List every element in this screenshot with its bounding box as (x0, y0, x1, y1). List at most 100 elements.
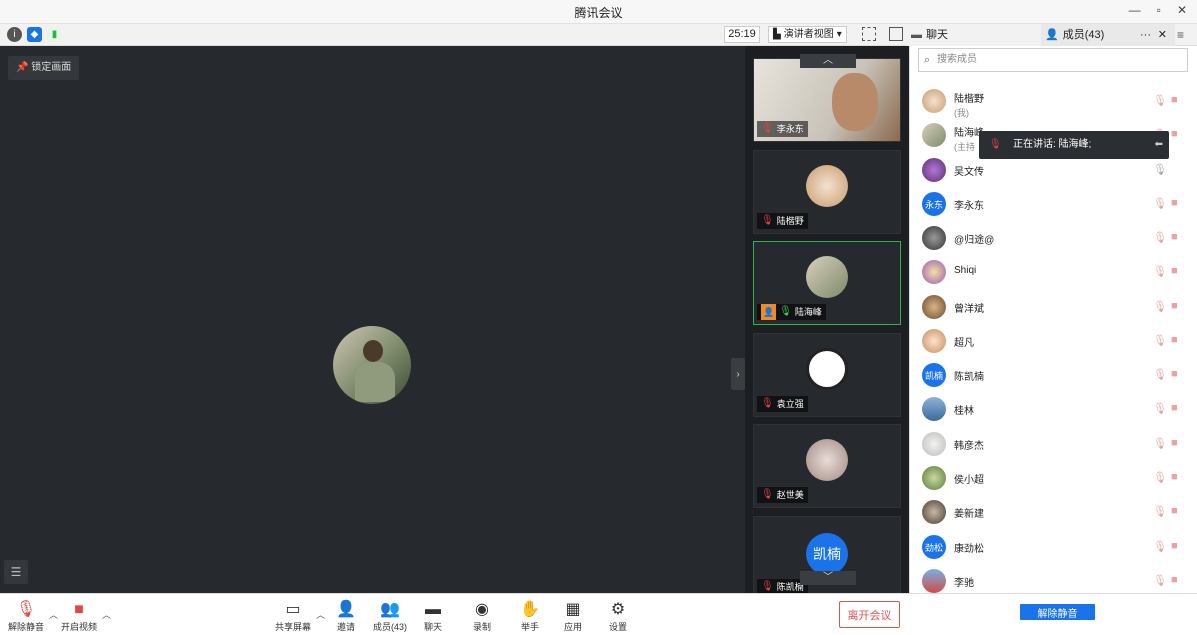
camera-off-icon[interactable]: ■ (1171, 231, 1178, 243)
mic-muted-icon[interactable]: 🎙 (1153, 334, 1167, 347)
list-toggle-icon[interactable]: ☰ (4, 560, 28, 584)
camera-off-icon[interactable]: ■ (1171, 368, 1178, 380)
menu-icon[interactable]: ≡ (1177, 28, 1184, 42)
tile-name: 陆海峰 (794, 307, 822, 317)
raise-hand-button[interactable]: ✋ 举手 (508, 600, 552, 633)
member-name: Shiqi (954, 265, 977, 276)
member-row[interactable]: 韩彦杰 🎙 ■ (910, 427, 1197, 461)
member-row[interactable]: 侯小超 🎙 ■ (910, 461, 1197, 495)
mic-muted-icon[interactable]: 🎙 (1153, 300, 1167, 313)
tile-name-tag: 🎙 李永东 (757, 121, 808, 137)
info-icon[interactable]: i (7, 27, 22, 42)
unmute-label: 解除静音 (7, 622, 44, 632)
minimize-button[interactable]: — (1129, 3, 1141, 17)
member-name: 曾洋斌 (954, 304, 984, 315)
mic-muted-icon[interactable]: 🎙 (1153, 368, 1167, 381)
camera-off-icon[interactable]: ■ (1171, 437, 1178, 449)
camera-off-icon[interactable]: ■ (1171, 505, 1178, 517)
member-row[interactable]: 陆楷野 (我) 🎙 ■ (910, 84, 1197, 118)
camera-off-icon[interactable]: ■ (1171, 574, 1178, 586)
video-tile[interactable]: 🎙 李永东 (753, 58, 901, 142)
tab-members[interactable]: 👤 成员(43) ··· ✕ (1041, 24, 1175, 46)
share-screen-button[interactable]: ▭ 共享屏幕 (271, 600, 315, 633)
mic-icon[interactable]: 🎙 (1153, 163, 1167, 176)
mic-muted-icon[interactable]: 🎙 (1153, 402, 1167, 415)
member-name: 陆楷野 (954, 94, 984, 105)
member-row[interactable]: Shiqi 🎙 ■ (910, 255, 1197, 289)
chat-button[interactable]: ▬ 聊天 (411, 600, 455, 633)
member-row[interactable]: 永东 李永东 🎙 ■ (910, 187, 1197, 221)
tile-name: 袁立强 (776, 399, 804, 409)
video-options-chevron-icon[interactable]: ︿ (102, 608, 111, 621)
video-strip: 🎙 李永东 ︿ 🎙 陆楷野 👤 🎙 陆海峰 🎙 袁立强 🎙 赵世美 凯楠 🎙 陈凯楠 ﹀ (745, 46, 909, 593)
mic-muted-icon[interactable]: 🎙 (1153, 437, 1167, 450)
leave-meeting-button[interactable]: 离开会议 (839, 601, 900, 628)
camera-off-icon: ■ (74, 601, 84, 618)
member-search-input[interactable]: ⌕ 搜索成员 (918, 48, 1188, 72)
camera-off-icon[interactable]: ■ (1171, 265, 1178, 277)
search-placeholder: 搜索成员 (937, 54, 977, 65)
member-row[interactable]: 曾洋斌 🎙 ■ (910, 290, 1197, 324)
lock-view-button[interactable]: 📌 锁定画面 (8, 56, 80, 80)
tile-name-tag: 👤 🎙 陆海峰 (757, 304, 826, 320)
network-signal-icon[interactable]: ▮ (47, 27, 62, 42)
video-tile[interactable]: 🎙 袁立强 (753, 333, 901, 417)
mic-muted-icon[interactable]: 🎙 (1153, 574, 1167, 587)
member-row[interactable]: 超凡 🎙 ■ (910, 324, 1197, 358)
close-button[interactable]: ✕ (1177, 3, 1187, 17)
apps-button[interactable]: ▦ 应用 (551, 600, 595, 633)
mic-muted-icon[interactable]: 🎙 (1153, 471, 1167, 484)
mic-muted-icon[interactable]: 🎙 (1153, 505, 1167, 518)
member-row[interactable]: 姜新建 🎙 ■ (910, 495, 1197, 529)
start-video-button[interactable]: ■ 开启视频 (57, 600, 101, 633)
chat-icon: ▬ (425, 601, 441, 618)
camera-off-icon[interactable]: ■ (1171, 471, 1178, 483)
window-title: 腾讯会议 (574, 6, 623, 20)
invite-button[interactable]: 👤 邀请 (324, 600, 368, 633)
view-mode-dropdown[interactable]: ▙ 演讲者视图 ▾ (768, 26, 847, 43)
avatar (922, 295, 946, 319)
panel-toggle-icon[interactable] (889, 27, 903, 41)
members-panel: ⌕ 搜索成员 陆楷野 (我) 🎙■ 陆海峰 (主持 🎙■ 吴文传 🎙 永东 李永… (909, 46, 1197, 593)
restore-button[interactable]: ▫ (1157, 3, 1161, 17)
mic-muted-icon: 🎙 (989, 139, 1002, 150)
mic-muted-icon: 🎙 (761, 581, 774, 592)
reply-arrow-icon[interactable]: ⬅ (1155, 131, 1163, 159)
mic-muted-icon[interactable]: 🎙 (1153, 540, 1167, 553)
members-button[interactable]: 👥 成员(43) (368, 600, 412, 633)
video-tile[interactable]: 🎙 陆楷野 (753, 150, 901, 234)
mic-muted-icon[interactable]: 🎙 (1153, 265, 1167, 278)
scroll-down-button[interactable]: ﹀ (800, 571, 856, 585)
fullscreen-icon[interactable] (862, 27, 876, 41)
member-row[interactable]: 桂林 🎙 ■ (910, 392, 1197, 426)
main-video-area: 📌 锁定画面 ☰ › (0, 46, 745, 593)
tab-chat[interactable]: ▬ 聊天 (907, 24, 1041, 46)
video-tile-active-speaker[interactable]: 👤 🎙 陆海峰 (753, 241, 901, 325)
record-button[interactable]: ◉ 录制 (460, 600, 504, 633)
camera-off-icon[interactable]: ■ (1171, 197, 1178, 209)
camera-off-icon[interactable]: ■ (1171, 300, 1178, 312)
settings-button[interactable]: ⚙ 设置 (596, 600, 640, 633)
scroll-up-button[interactable]: ︿ (800, 54, 856, 68)
chat-label: 聊天 (423, 622, 442, 632)
camera-off-icon[interactable]: ■ (1171, 540, 1178, 552)
member-row[interactable]: 劲松 康劲松 🎙 ■ (910, 530, 1197, 564)
mute-all-button[interactable]: 解除静音 (1020, 604, 1095, 620)
member-role: (主持 (954, 142, 975, 152)
camera-off-icon[interactable]: ■ (1171, 402, 1178, 414)
more-icon[interactable]: ··· (1140, 24, 1151, 46)
mic-muted-icon[interactable]: 🎙 (1153, 94, 1167, 107)
camera-off-icon[interactable]: ■ (1171, 128, 1178, 140)
member-row[interactable]: 凯楠 陈凯楠 🎙 ■ (910, 358, 1197, 392)
mic-muted-icon[interactable]: 🎙 (1153, 197, 1167, 210)
mic-muted-icon[interactable]: 🎙 (1153, 231, 1167, 244)
member-row[interactable]: @归途@ 🎙 ■ (910, 221, 1197, 255)
close-icon[interactable]: ✕ (1158, 24, 1167, 46)
camera-off-icon[interactable]: ■ (1171, 334, 1178, 346)
unmute-button[interactable]: 🎙 解除静音 (4, 600, 48, 633)
video-tile[interactable]: 🎙 赵世美 (753, 424, 901, 508)
collapse-strip-button[interactable]: › (731, 358, 745, 390)
member-name: 吴文传 (954, 167, 984, 178)
security-shield-icon[interactable]: ◆ (27, 27, 42, 42)
camera-off-icon[interactable]: ■ (1171, 94, 1178, 106)
